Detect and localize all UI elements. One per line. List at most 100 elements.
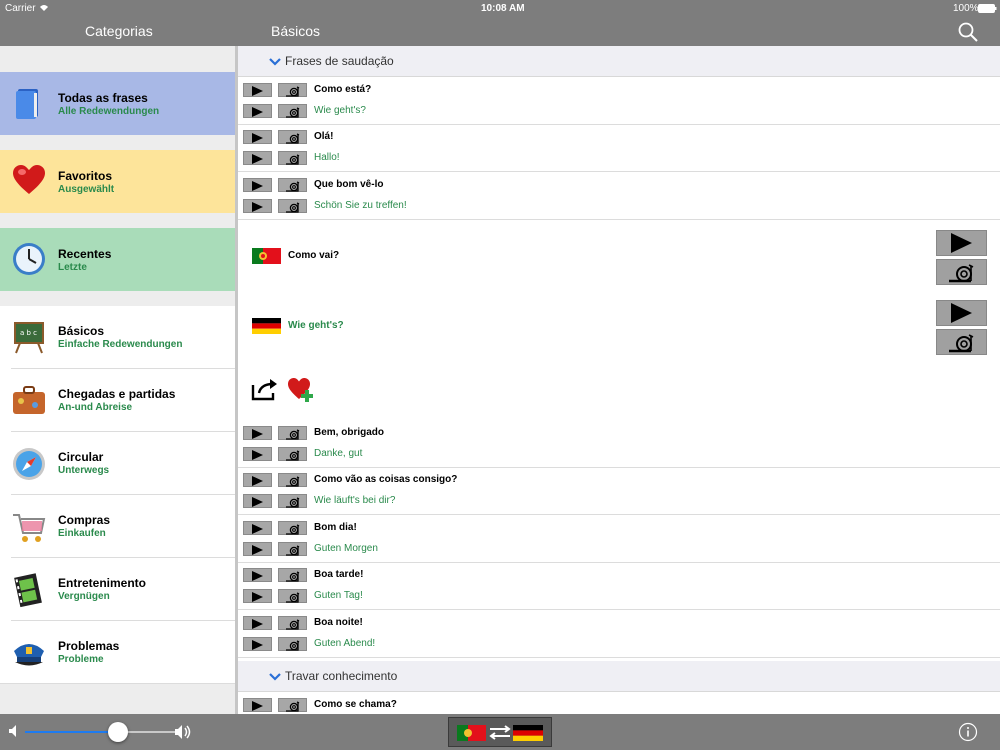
phrase-text: Como está? <box>314 84 372 95</box>
sidebar-item-all-phrases[interactable]: Todas as frases Alle Redewendungen <box>0 72 235 135</box>
phrase-row[interactable]: Como se chama? <box>238 692 1000 714</box>
phrase-list: Frases de saudação Como está? Wie geht's?… <box>238 46 1000 714</box>
phrase-translation: Hallo! <box>314 152 340 163</box>
play-button[interactable] <box>243 637 272 651</box>
phrase-row[interactable]: Olá! Hallo! <box>238 124 1000 172</box>
language-swap-button[interactable] <box>448 717 552 747</box>
play-button[interactable] <box>243 521 272 535</box>
slow-play-button[interactable] <box>278 473 307 487</box>
volume-high-icon <box>174 724 194 745</box>
play-button[interactable] <box>243 473 272 487</box>
sidebar-item-sublabel: Einkaufen <box>58 528 106 539</box>
sidebar-item-label: Problemas <box>58 639 120 653</box>
police-cap-icon <box>11 635 47 671</box>
clock-label: 10:08 AM <box>481 3 525 14</box>
slow-play-button[interactable] <box>278 637 307 651</box>
phrase-translation: Guten Abend! <box>314 638 376 649</box>
phrase-row[interactable]: Bom dia! Guten Morgen <box>238 515 1000 563</box>
play-button[interactable] <box>243 494 272 508</box>
slow-play-button[interactable] <box>278 521 307 535</box>
expanded-pt-text: Como vai? <box>288 250 340 261</box>
play-button[interactable] <box>243 130 272 144</box>
slow-play-button[interactable] <box>278 104 307 118</box>
volume-slider[interactable] <box>25 731 180 733</box>
phrase-text: Bem, obrigado <box>314 427 385 438</box>
phrase-text: Boa noite! <box>314 617 363 628</box>
slow-play-button[interactable] <box>278 698 307 712</box>
slow-play-button[interactable] <box>278 447 307 461</box>
slow-play-button[interactable] <box>278 178 307 192</box>
sidebar-item-shopping[interactable]: Compras Einkaufen <box>0 495 235 557</box>
play-button-large[interactable] <box>936 300 987 326</box>
volume-slider-knob[interactable] <box>108 722 128 742</box>
sidebar-item-sublabel: Vergnügen <box>58 591 110 602</box>
slow-play-button[interactable] <box>278 568 307 582</box>
play-button[interactable] <box>243 616 272 630</box>
sidebar-item-entertainment[interactable]: Entretenimento Vergnügen <box>0 558 235 620</box>
share-icon[interactable] <box>251 377 279 406</box>
sidebar-item-label: Chegadas e partidas <box>58 387 176 401</box>
sidebar-item-arrivals[interactable]: Chegadas e partidas An-und Abreise <box>0 369 235 431</box>
play-button[interactable] <box>243 698 272 712</box>
slow-play-button[interactable] <box>278 494 307 508</box>
play-button[interactable] <box>243 104 272 118</box>
category-sidebar: Todas as frases Alle Redewendungen Favor… <box>0 46 236 714</box>
heart-add-icon[interactable] <box>287 377 315 408</box>
play-button-large[interactable] <box>936 230 987 256</box>
play-button[interactable] <box>243 426 272 440</box>
chevron-down-icon <box>268 669 282 687</box>
search-icon[interactable] <box>957 21 979 48</box>
sidebar-item-favorites[interactable]: Favoritos Ausgewählt <box>0 150 235 213</box>
play-button[interactable] <box>243 178 272 192</box>
slow-play-button[interactable] <box>278 426 307 440</box>
phrase-text: Boa tarde! <box>314 569 364 580</box>
film-icon <box>11 572 47 608</box>
phrase-row[interactable]: Como vão as coisas consigo? Wie läuft's b… <box>238 467 1000 515</box>
play-button[interactable] <box>243 589 272 603</box>
wifi-icon <box>38 2 50 15</box>
sidebar-item-label: Entretenimento <box>58 576 147 590</box>
play-button[interactable] <box>243 568 272 582</box>
phrase-text: Como se chama? <box>314 699 397 710</box>
sidebar-item-sublabel: Alle Redewendungen <box>58 106 160 117</box>
slow-play-button[interactable] <box>278 616 307 630</box>
slow-play-button-large[interactable] <box>936 259 987 285</box>
section-title: Travar conhecimento <box>285 669 398 683</box>
slow-play-button[interactable] <box>278 199 307 213</box>
sidebar-item-recent[interactable]: Recentes Letzte <box>0 228 235 291</box>
sidebar-item-basics[interactable]: a b c Básicos Einfache Redewendungen <box>0 306 235 368</box>
slow-play-button[interactable] <box>278 130 307 144</box>
phrase-text: Bom dia! <box>314 522 357 533</box>
sidebar-item-sublabel: Unterwegs <box>58 465 110 476</box>
portugal-flag-icon <box>252 248 281 264</box>
play-button[interactable] <box>243 83 272 97</box>
play-button[interactable] <box>243 447 272 461</box>
section-title: Frases de saudação <box>285 54 394 68</box>
phrase-row[interactable]: Como está? Wie geht's? <box>238 77 1000 125</box>
slow-play-button[interactable] <box>278 151 307 165</box>
sidebar-item-problems[interactable]: Problemas Probleme <box>0 621 235 683</box>
suitcase-icon <box>11 383 47 419</box>
chevron-down-icon <box>268 54 282 72</box>
sidebar-item-label: Circular <box>58 450 104 464</box>
slow-play-button-large[interactable] <box>936 329 987 355</box>
slow-play-button[interactable] <box>278 589 307 603</box>
phrase-row[interactable]: Boa noite! Guten Abend! <box>238 610 1000 658</box>
portugal-flag-icon <box>457 725 486 741</box>
sidebar-item-getting-around[interactable]: Circular Unterwegs <box>0 432 235 494</box>
phrase-row[interactable]: Bem, obrigado Danke, gut <box>238 420 1000 468</box>
phrase-row[interactable]: Boa tarde! Guten Tag! <box>238 562 1000 610</box>
play-button[interactable] <box>243 199 272 213</box>
sidebar-item-sublabel: Ausgewählt <box>58 184 115 195</box>
section-header[interactable]: Travar conhecimento <box>238 661 1000 692</box>
phrase-translation: Guten Morgen <box>314 543 378 554</box>
navigation-bar: Categorias Básicos <box>0 18 1000 46</box>
slow-play-button[interactable] <box>278 542 307 556</box>
slow-play-button[interactable] <box>278 83 307 97</box>
book-icon <box>11 85 47 121</box>
info-icon[interactable] <box>958 722 978 747</box>
play-button[interactable] <box>243 151 272 165</box>
section-header[interactable]: Frases de saudação <box>238 46 1000 77</box>
play-button[interactable] <box>243 542 272 556</box>
phrase-row[interactable]: Que bom vê-lo Schön Sie zu treffen! <box>238 172 1000 220</box>
